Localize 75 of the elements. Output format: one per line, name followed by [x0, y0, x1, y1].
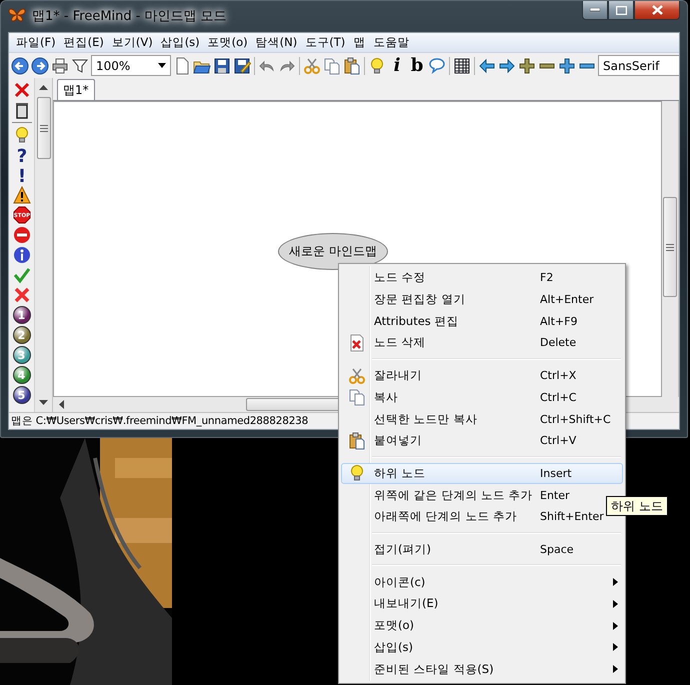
menu-item[interactable]: Attributes 편집 Alt+F9 [341, 310, 623, 332]
paste-icon [348, 432, 366, 450]
exclamation-icon[interactable]: ! [12, 166, 30, 184]
menu-item[interactable]: 장문 편집창 열기 Alt+Enter [341, 288, 623, 310]
menu-item[interactable]: 삽입(s) [156, 35, 204, 50]
warning-icon[interactable] [12, 186, 30, 204]
maximize-button[interactable] [608, 1, 634, 20]
delete-document-icon [348, 334, 366, 352]
status-text: 맵은 C:₩Users₩cris₩.freemind₩FM_unnamed288828238 [11, 414, 308, 428]
menu-item[interactable]: 보기(V) [108, 35, 157, 50]
plus-icon[interactable] [558, 56, 576, 74]
close-button[interactable] [634, 1, 680, 20]
question-icon[interactable]: ? [12, 146, 30, 164]
font-select[interactable]: SansSerif [598, 55, 679, 76]
tooltip: 하위 노드 [606, 496, 668, 516]
check-icon[interactable] [12, 266, 30, 284]
menu-item[interactable]: 맵 [349, 35, 370, 50]
menu-item[interactable]: 하위 노드 Insert [341, 462, 623, 484]
menu-item[interactable]: 붙여넣기 Ctrl+V [341, 430, 623, 452]
menu-item[interactable]: 포맷(o) [204, 35, 252, 50]
grip-icon [40, 124, 48, 132]
zoom-select[interactable]: 100% [91, 55, 171, 76]
dropdown-arrow-icon [158, 63, 166, 68]
copy-icon [348, 388, 366, 406]
light-bulb-icon [348, 464, 366, 482]
menu-item[interactable]: 내보내기(E) [341, 593, 623, 615]
left-arrow-icon[interactable] [478, 56, 496, 74]
bold-button[interactable]: b [408, 56, 426, 74]
map-tab[interactable]: 맵1* [57, 79, 95, 100]
menu-item[interactable]: 준비된 스타일 적용(S) [341, 658, 623, 680]
mind-map-node[interactable]: 새로운 마인드맵 [278, 233, 388, 270]
cut-icon [348, 366, 366, 385]
menu-item[interactable]: 삽입(s) [341, 636, 623, 658]
butterfly-icon [8, 7, 26, 23]
scroll-up-icon[interactable] [39, 83, 48, 92]
save-as-icon[interactable] [233, 56, 251, 74]
scroll-thumb[interactable] [36, 97, 50, 159]
minimize-icon [590, 8, 600, 12]
menu-item[interactable]: 아이콘(c) [341, 571, 623, 594]
maximize-icon [616, 6, 626, 14]
menu-item[interactable]: 잘라내기 Ctrl+X [341, 364, 623, 387]
menu-item[interactable]: 접기(펴기) Space [341, 538, 623, 560]
no-entry-icon[interactable] [12, 226, 30, 244]
menu-item[interactable]: 도움말 [369, 35, 414, 50]
menu-item[interactable]: 파일(F) [12, 35, 60, 50]
print-icon[interactable] [51, 56, 69, 74]
plus-icon[interactable] [518, 56, 536, 74]
menu-item[interactable]: 포맷(o) [341, 614, 623, 637]
scroll-down-icon[interactable] [39, 398, 48, 407]
menu-item[interactable]: 도구(T) [301, 35, 350, 50]
info-icon[interactable] [12, 246, 30, 264]
scroll-thumb[interactable] [663, 197, 677, 297]
table-icon[interactable] [453, 56, 471, 74]
close-icon [652, 5, 662, 15]
cut-icon[interactable] [303, 56, 321, 74]
save-icon[interactable] [213, 56, 231, 74]
menu-item[interactable]: 탐색(N) [252, 35, 302, 50]
light-bulb-icon[interactable] [368, 56, 386, 74]
menu-item[interactable]: 노드 삭제 Delete [341, 332, 623, 354]
minimize-button[interactable] [582, 1, 608, 20]
menu-item[interactable]: 선택한 노드만 복사 Ctrl+Shift+C [341, 408, 623, 430]
cross-icon[interactable] [12, 286, 30, 304]
scroll-left-icon[interactable] [57, 400, 66, 409]
menu-item[interactable]: 복사 Ctrl+C [341, 386, 623, 408]
grip-icon [666, 244, 674, 250]
speech-bubble-icon[interactable] [428, 56, 446, 74]
menu-item[interactable]: 편집(E) [60, 35, 108, 50]
italic-button[interactable]: i [388, 56, 406, 74]
copy-icon[interactable] [323, 56, 341, 74]
window-title: 맵1* - FreeMind - 마인드맵 모드 [32, 8, 227, 25]
right-arrow-icon[interactable] [498, 56, 516, 74]
menu-item[interactable]: 노드 수정 F2 [341, 267, 623, 289]
filter-icon[interactable] [71, 56, 89, 74]
remove-icon[interactable] [12, 81, 30, 99]
paste-icon[interactable] [343, 56, 361, 74]
